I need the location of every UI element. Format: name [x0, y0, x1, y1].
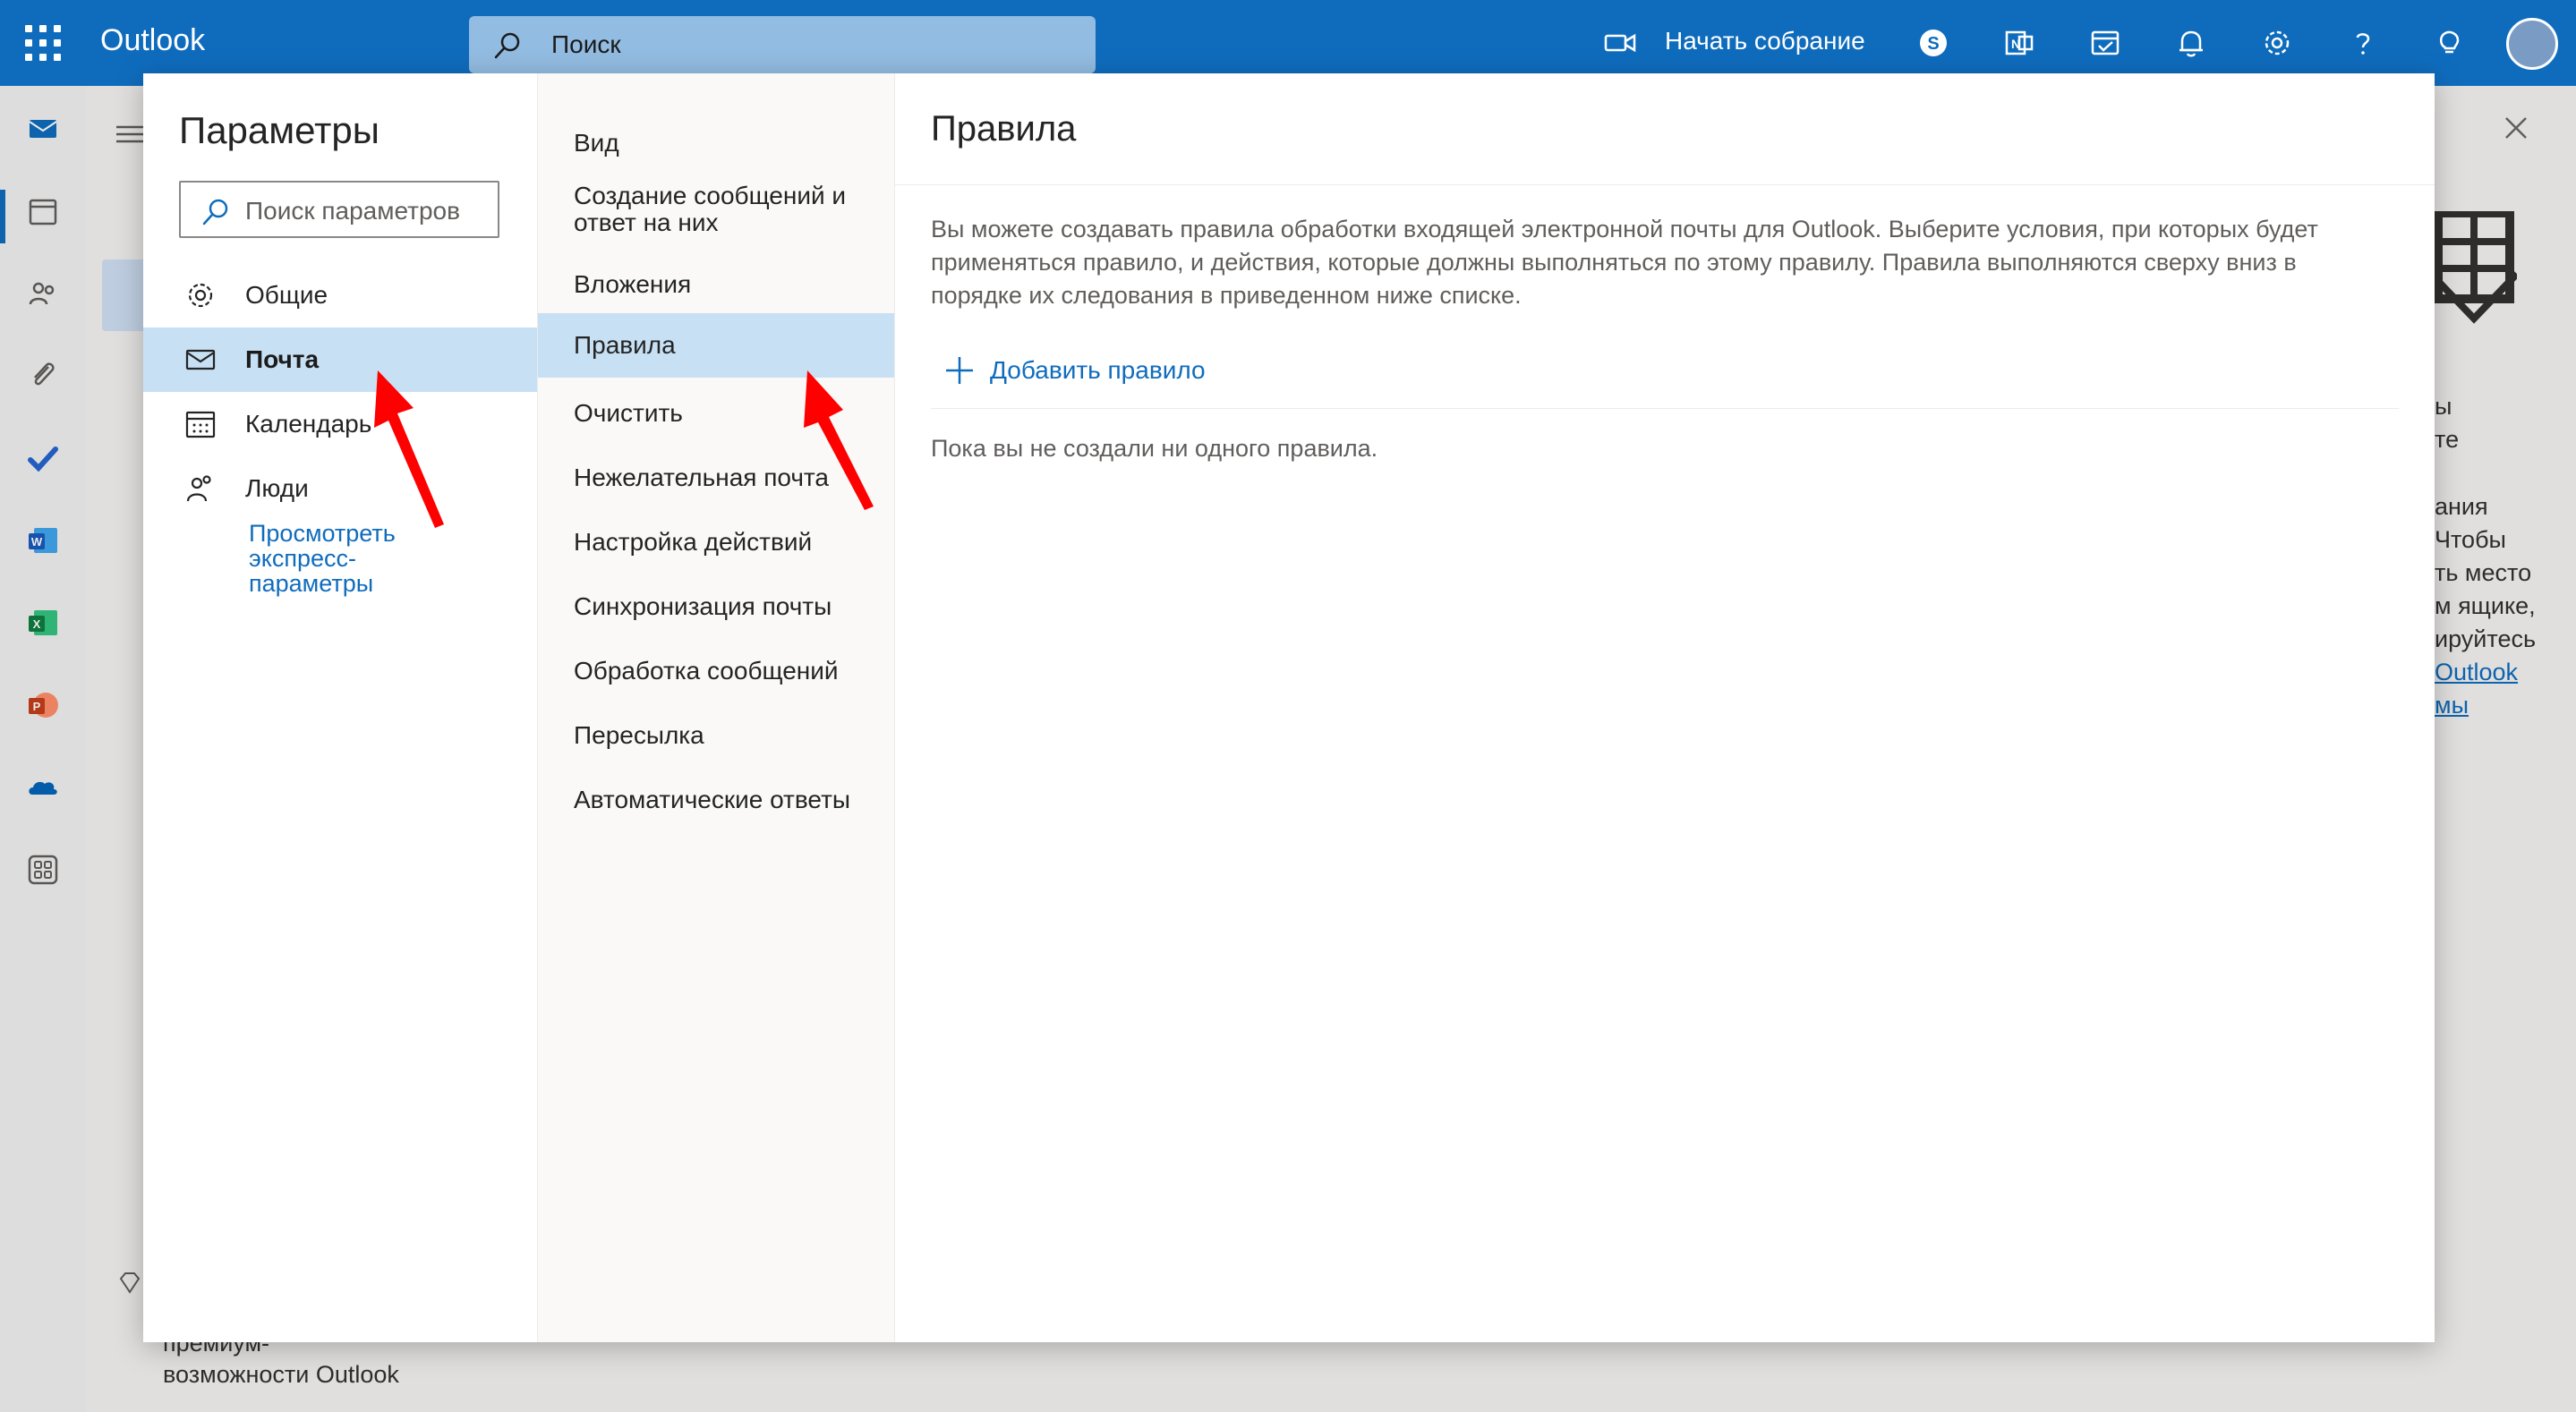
section-auto-replies[interactable]: Автоматические ответы: [538, 780, 894, 820]
settings-title: Параметры: [179, 109, 380, 151]
section-forwarding[interactable]: Пересылка: [538, 716, 894, 755]
search-icon: [494, 32, 520, 59]
annotation-arrow: [804, 370, 874, 510]
add-rule-label: Добавить правило: [990, 356, 1206, 384]
section-layout[interactable]: Вид: [538, 123, 894, 163]
settings-search-input[interactable]: Поиск параметров: [179, 181, 499, 238]
category-people[interactable]: Люди: [143, 456, 537, 521]
video-icon[interactable]: [1602, 25, 1638, 61]
section-compose[interactable]: Создание сообщений и ответ на них: [538, 183, 860, 236]
category-label: Почта: [245, 345, 320, 373]
search-box[interactable]: Поиск: [469, 16, 1096, 73]
gear-icon[interactable]: [2259, 25, 2295, 61]
waffle-icon[interactable]: [25, 25, 61, 61]
rules-divider: [931, 408, 2399, 409]
mail-sections: Вид Создание сообщений и ответ на них Вл…: [537, 73, 895, 1342]
close-icon[interactable]: [2503, 115, 2529, 141]
add-rule-button[interactable]: Добавить правило: [908, 347, 1206, 394]
category-general[interactable]: Общие: [143, 263, 537, 327]
settings-dialog: Параметры Поиск параметров Общие Почта К…: [143, 73, 2527, 1342]
category-label: Люди: [245, 474, 309, 502]
header-divider: [895, 184, 2435, 185]
todo-icon[interactable]: [2087, 25, 2123, 61]
svg-text:S: S: [1927, 34, 1939, 54]
people-icon: [186, 475, 211, 502]
search-label: Поиск: [551, 30, 621, 58]
calendar-icon: [185, 411, 216, 438]
svg-text:N: N: [2011, 37, 2020, 51]
annotation-arrow: [374, 370, 444, 528]
category-label: Общие: [245, 281, 328, 309]
section-attachments[interactable]: Вложения: [538, 265, 894, 304]
help-icon[interactable]: [2345, 25, 2381, 61]
settings-search-placeholder: Поиск параметров: [245, 197, 460, 225]
bell-icon[interactable]: [2173, 25, 2209, 61]
rules-pane: Правила Вы можете создавать правила обра…: [895, 73, 2527, 1342]
mail-icon: [185, 349, 216, 370]
avatar[interactable]: [2506, 18, 2558, 70]
rules-description: Вы можете создавать правила обработки вх…: [931, 216, 2318, 309]
teams-icon[interactable]: N: [2001, 25, 2037, 61]
section-actions[interactable]: Настройка действий: [538, 523, 894, 562]
gear-icon: [188, 283, 213, 308]
section-sync[interactable]: Синхронизация почты: [538, 587, 894, 626]
rules-heading: Правила: [931, 109, 1077, 149]
category-label: Календарь: [245, 410, 372, 438]
category-calendar[interactable]: Календарь: [143, 392, 537, 456]
lightbulb-icon[interactable]: [2431, 25, 2467, 61]
section-message-handling[interactable]: Обработка сообщений: [538, 651, 894, 691]
skype-icon[interactable]: S: [1915, 25, 1951, 61]
category-mail[interactable]: Почта: [143, 327, 537, 392]
start-meeting-button[interactable]: Начать собрание: [1665, 27, 1865, 55]
plus-icon: [946, 357, 973, 384]
app-title[interactable]: Outlook: [100, 23, 205, 58]
search-icon: [202, 199, 228, 225]
rules-empty-text: Пока вы не создали ни одного правила.: [931, 435, 1378, 462]
settings-categories: Параметры Поиск параметров Общие Почта К…: [143, 73, 537, 1342]
